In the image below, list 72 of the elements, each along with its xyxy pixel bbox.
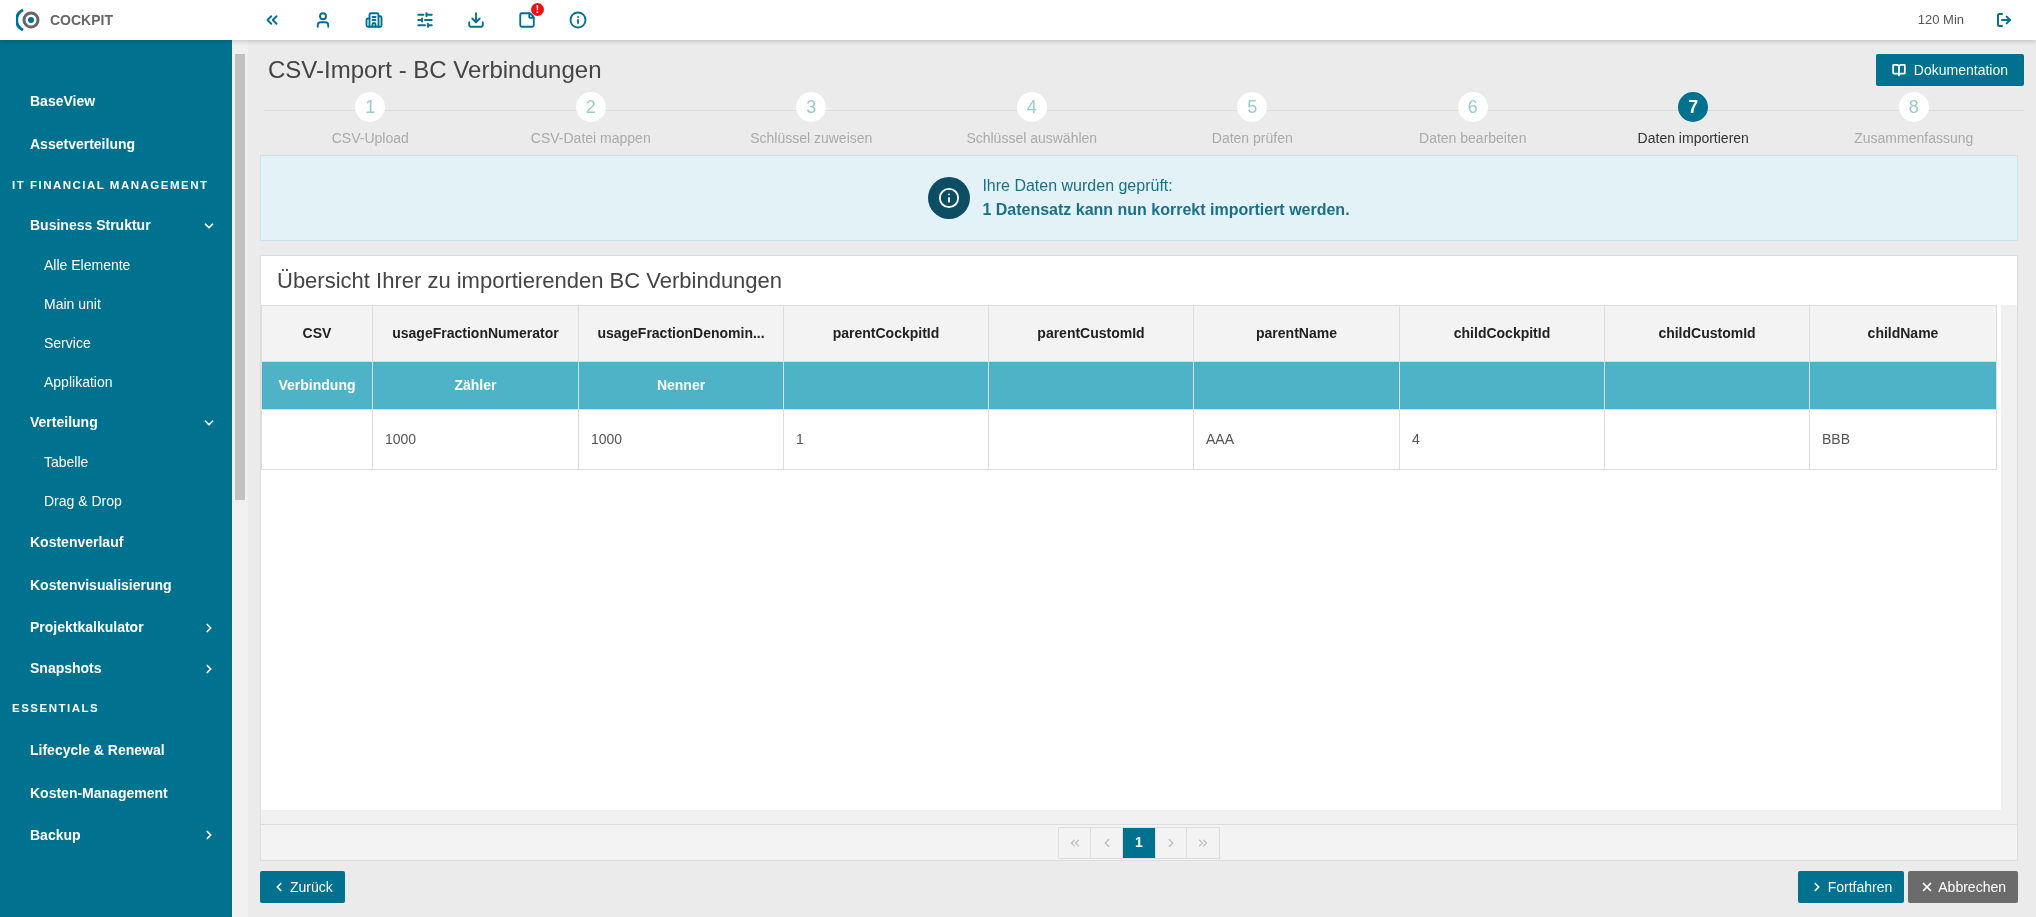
sidebar-section-heading: IT FINANCIAL MANAGEMENT: [11, 178, 210, 193]
column-header: childName: [1809, 305, 1997, 362]
table-cell: 1000: [372, 409, 579, 470]
column-header: usageFractionNumerator: [372, 305, 579, 362]
building-icon: [365, 11, 383, 29]
sidebar-item[interactable]: BaseView: [0, 80, 232, 123]
mapping-cell: Zähler: [372, 361, 579, 410]
table-cell: BBB: [1809, 409, 1997, 470]
notification-badge: !: [531, 3, 544, 16]
logo-icon: [16, 7, 42, 33]
continue-button[interactable]: Fortfahren: [1797, 871, 1905, 903]
step-label: Daten importieren: [1637, 129, 1749, 148]
step-label: Zusammenfassung: [1854, 129, 1974, 148]
column-header: CSV: [261, 305, 373, 362]
alert-detail: 1 Datensatz kann nun korrekt importiert werden.: [982, 200, 1350, 220]
sidebar-item[interactable]: Business Struktur: [0, 205, 232, 247]
table-cell: AAA: [1193, 409, 1400, 470]
column-header: parentCockpitId: [783, 305, 989, 362]
sidebar-item[interactable]: Verteilung: [0, 402, 232, 444]
download-icon: [467, 11, 485, 29]
column-header: parentName: [1193, 305, 1400, 362]
column-header: childCustomId: [1604, 305, 1810, 362]
step-label: Daten prüfen: [1211, 129, 1293, 148]
back-button[interactable]: Zurück: [260, 871, 345, 903]
session-timer: 120 Min: [1917, 11, 1964, 30]
column-header: parentCustomId: [988, 305, 1194, 362]
page-button[interactable]: 1: [1123, 827, 1155, 858]
table-cell: 1000: [578, 409, 784, 470]
user-icon: [314, 11, 332, 29]
sidebar-subitem[interactable]: Alle Elemente: [0, 246, 232, 286]
sidebar-item[interactable]: Projektkalkulator: [0, 607, 232, 649]
sidebar-item[interactable]: Kostenvisualisierung: [0, 564, 232, 608]
info-icon: [569, 11, 587, 29]
page-title: CSV-Import - BC Verbindungen: [267, 55, 602, 85]
step-label: Daten bearbeiten: [1419, 129, 1527, 148]
sidebar-section-heading: ESSENTIALS: [11, 701, 101, 717]
sidebar-item[interactable]: Kostenverlauf: [0, 521, 232, 565]
info-icon: [928, 177, 971, 219]
toolbar-button[interactable]: [466, 10, 486, 30]
column-header: usageFractionDenomin...: [578, 305, 784, 362]
sidebar-subitem[interactable]: Applikation: [0, 363, 232, 403]
note-icon: [518, 11, 536, 29]
documentation-button[interactable]: Dokumentation: [1875, 54, 2024, 86]
table-cell: 4: [1399, 409, 1605, 470]
cancel-button[interactable]: Abbrechen: [1908, 871, 2018, 903]
column-header: childCockpitId: [1399, 305, 1605, 362]
mapping-cell: Verbindung: [261, 361, 373, 410]
sidebar-item[interactable]: Backup: [0, 814, 232, 856]
sidebar-item[interactable]: Kosten-Management: [0, 771, 232, 815]
toolbar-button[interactable]: [517, 10, 537, 30]
alert-message: Ihre Daten wurden geprüft:: [982, 176, 1174, 196]
mapping-cell: Nenner: [578, 361, 784, 410]
step-label: CSV-Datei mappen: [530, 129, 651, 148]
sidebar-item[interactable]: Assetverteilung: [0, 123, 232, 166]
sidebar-item[interactable]: Snapshots: [0, 648, 232, 690]
step-label: Schlüssel zuweisen: [750, 129, 873, 148]
book-icon: [1891, 63, 1906, 77]
sidebar-subitem[interactable]: Service: [0, 324, 232, 364]
table-title: Übersicht Ihrer zu importierenden BC Verbindungen: [276, 267, 784, 295]
logout-icon[interactable]: [1996, 12, 2012, 28]
step-label: CSV-Upload: [331, 129, 409, 148]
toolbar-button[interactable]: [568, 10, 588, 30]
step-label: Schlüssel auswählen: [966, 129, 1098, 148]
toolbar-button[interactable]: [415, 10, 435, 30]
sidebar-item[interactable]: Lifecycle & Renewal: [0, 728, 232, 772]
sidebar-subitem[interactable]: Tabelle: [0, 443, 232, 483]
logo-text: COCKPIT: [50, 10, 113, 30]
sidebar-subitem[interactable]: Main unit: [0, 285, 232, 325]
sidebar-subitem[interactable]: Drag & Drop: [0, 482, 232, 522]
toolbar-button[interactable]: [364, 10, 384, 30]
table-cell: 1: [783, 409, 989, 470]
sliders-icon: [416, 11, 434, 29]
